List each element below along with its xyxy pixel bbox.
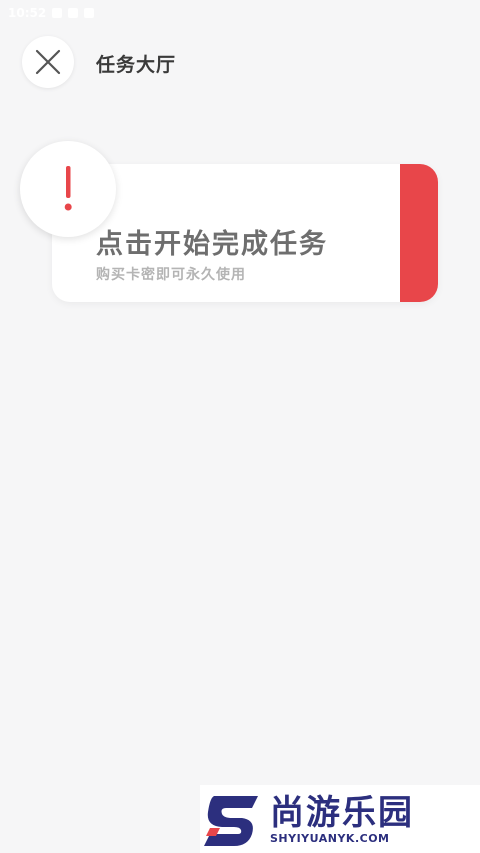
close-button[interactable]: [22, 36, 74, 88]
watermark-logo: 尚游乐园 SHYIYUANYK.COM: [200, 785, 480, 853]
logo-s-icon: [204, 796, 258, 846]
notification-icon: [68, 8, 79, 18]
watermark-name: 尚游乐园: [270, 792, 414, 833]
card-accent-bar: [400, 164, 438, 302]
notification-icon: [84, 8, 95, 18]
close-icon: [35, 49, 61, 75]
status-bar: 10:52: [8, 4, 95, 22]
notification-icon: [52, 8, 63, 18]
status-time: 10:52: [8, 6, 47, 20]
exclamation-icon: [64, 166, 72, 211]
alert-badge: [20, 141, 116, 237]
task-card-title: 点击开始完成任务: [96, 229, 328, 260]
task-card-subtitle: 购买卡密即可永久使用: [96, 267, 246, 283]
page-title: 任务大厅: [96, 54, 177, 76]
watermark-domain: SHYIYUANYK.COM: [270, 831, 390, 845]
